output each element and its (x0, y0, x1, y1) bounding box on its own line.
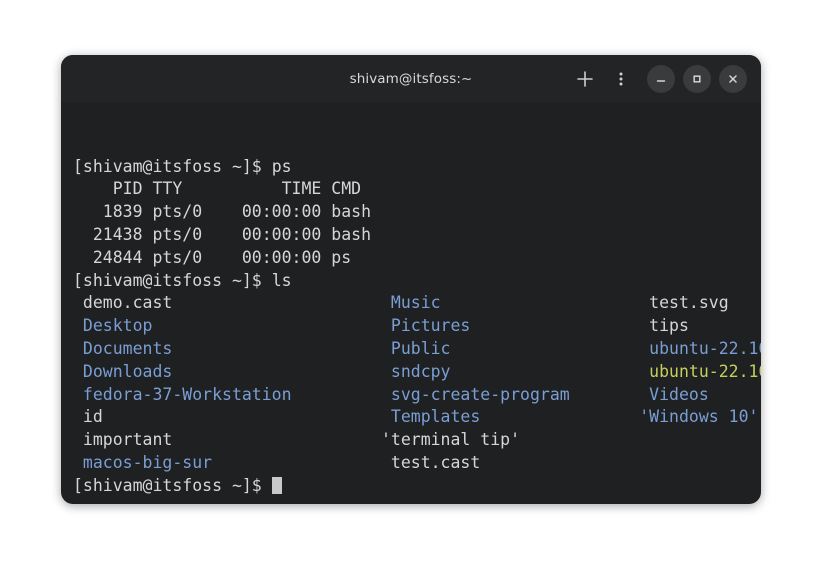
output-text: PID TTY TIME CMD (73, 179, 361, 198)
shell-command: ls (272, 271, 292, 290)
menu-kebab-icon[interactable] (603, 61, 639, 97)
titlebar-controls (567, 55, 747, 102)
ls-entry: 'terminal tip' (381, 430, 639, 449)
ls-entry: important (73, 430, 381, 449)
ls-entry: id (73, 407, 381, 426)
terminal-output-area[interactable]: [shivam@itsfoss ~]$ ps PID TTY TIME CMD … (61, 102, 761, 504)
shell-prompt: [shivam@itsfoss ~]$ (73, 271, 272, 290)
ls-row: id Templates 'Windows 10' (61, 406, 761, 429)
ls-entry: sndcpy (381, 362, 639, 381)
ls-entry: fedora-37-Workstation (73, 385, 381, 404)
terminal-window: shivam@itsfoss:~ (61, 55, 761, 504)
output-text: 1839 pts/0 00:00:00 bash (73, 202, 371, 221)
prompt-line: [shivam@itsfoss ~]$ ls (61, 270, 761, 293)
ls-entry: Documents (73, 339, 381, 358)
shell-prompt: [shivam@itsfoss ~]$ (73, 476, 272, 495)
ls-entry: Templates (381, 407, 639, 426)
terminal-text: [shivam@itsfoss ~]$ ps PID TTY TIME CMD … (61, 156, 761, 498)
final-prompt-line: [shivam@itsfoss ~]$ (61, 475, 761, 498)
ls-entry: svg-create-program (381, 385, 639, 404)
output-line: 21438 pts/0 00:00:00 bash (61, 224, 761, 247)
title-bar[interactable]: shivam@itsfoss:~ (61, 55, 761, 102)
ls-row: important 'terminal tip' (61, 429, 761, 452)
ls-entry: macos-big-sur (73, 453, 381, 472)
ls-entry: Music (381, 293, 639, 312)
ls-entry: Pictures (381, 316, 639, 335)
ls-entry: Videos (639, 385, 709, 404)
close-button[interactable] (719, 65, 747, 93)
shell-prompt: [shivam@itsfoss ~]$ (73, 157, 272, 176)
ls-row: demo.cast Music test.svg (61, 292, 761, 315)
output-line: PID TTY TIME CMD (61, 178, 761, 201)
shell-command: ps (272, 157, 292, 176)
output-text: 21438 pts/0 00:00:00 bash (73, 225, 371, 244)
ls-row: fedora-37-Workstation svg-create-program… (61, 384, 761, 407)
ls-entry: Public (381, 339, 639, 358)
new-tab-icon[interactable] (567, 61, 603, 97)
ls-entry: demo.cast (73, 293, 381, 312)
ls-entry: test.svg (639, 293, 728, 312)
output-line: 1839 pts/0 00:00:00 bash (61, 201, 761, 224)
ls-row: macos-big-sur test.cast (61, 452, 761, 475)
minimize-button[interactable] (647, 65, 675, 93)
output-line: 24844 pts/0 00:00:00 ps (61, 247, 761, 270)
maximize-button[interactable] (683, 65, 711, 93)
ls-entry: Downloads (73, 362, 381, 381)
ls-entry: test.cast (381, 453, 639, 472)
ls-entry: ubuntu-22.10 (639, 339, 761, 358)
ls-entry: ubuntu-22.10.conf (639, 362, 761, 381)
text-cursor (272, 477, 282, 494)
output-text: 24844 pts/0 00:00:00 ps (73, 248, 351, 267)
ls-entry: tips (639, 316, 689, 335)
ls-row: Desktop Pictures tips (61, 315, 761, 338)
ls-row: Documents Public ubuntu-22.10 (61, 338, 761, 361)
prompt-line: [shivam@itsfoss ~]$ ps (61, 156, 761, 179)
ls-entry: 'Windows 10' (639, 407, 758, 426)
ls-entry: Desktop (73, 316, 381, 335)
ls-row: Downloads sndcpy ubuntu-22.10.conf (61, 361, 761, 384)
